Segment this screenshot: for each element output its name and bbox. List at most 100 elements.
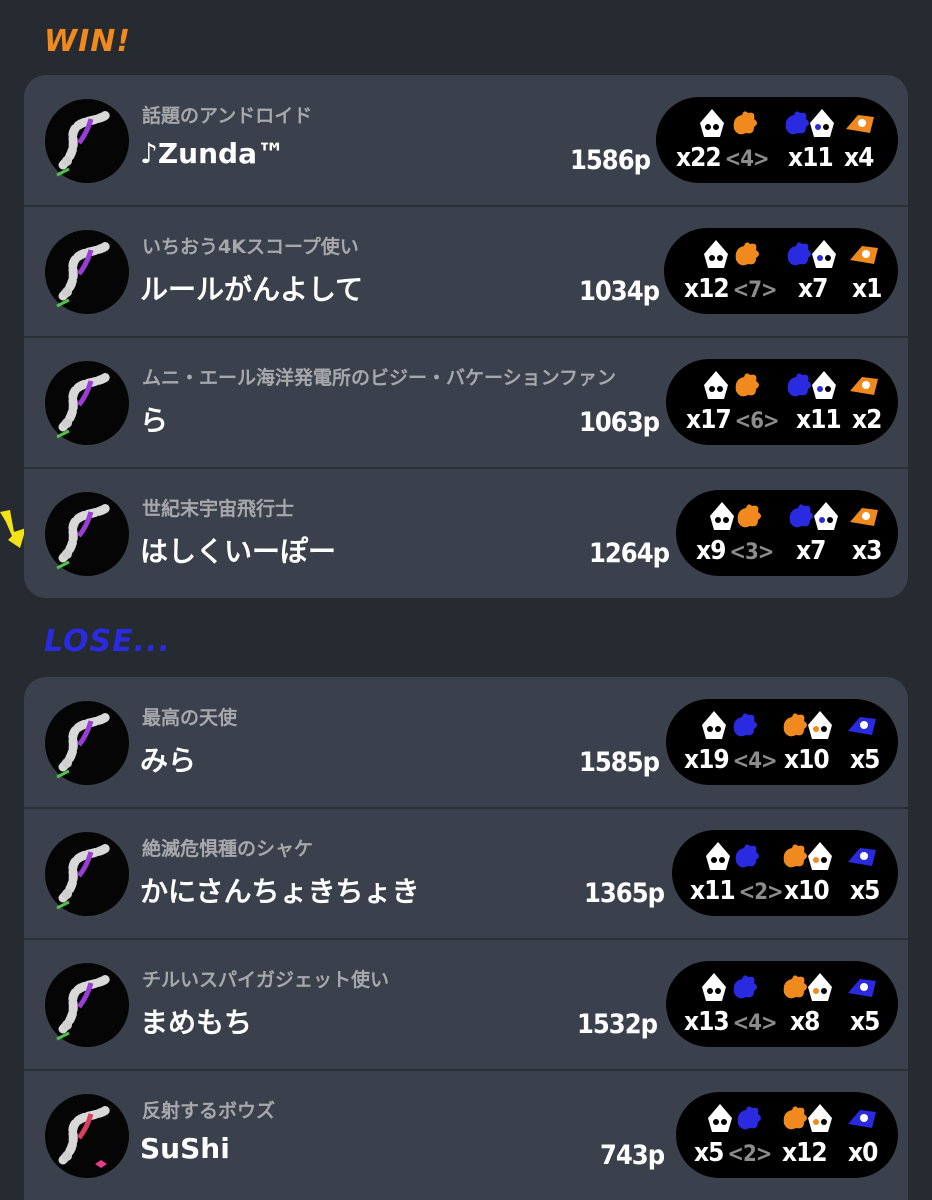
assists-count: <4>: [732, 1011, 778, 1036]
splat-icon: [735, 242, 759, 266]
player-name: ♪Zunda™: [140, 137, 285, 170]
win-heading: WIN!: [44, 24, 132, 59]
assists-count: <7>: [732, 278, 778, 303]
player-points: 1063p: [579, 407, 660, 438]
assists-count: <4>: [724, 147, 770, 172]
player-points: 1264p: [589, 538, 670, 569]
player-row[interactable]: 話題のアンドロイド ♪Zunda™ 1586p x22 <4> x11 x4: [24, 75, 908, 205]
player-stats: x11 <2> x10 x5: [672, 830, 898, 916]
specials-count: x5: [850, 745, 880, 775]
player-stats: x17 <6> x11 x2: [666, 359, 898, 445]
splat-icon: [735, 373, 759, 397]
squid-icon: [808, 842, 832, 870]
squid-icon: [812, 240, 836, 268]
deaths-count: x12: [782, 1138, 828, 1168]
assists-count: <2>: [738, 880, 784, 905]
player-row[interactable]: ムニ・エール海洋発電所のビジー・バケーションファン ら 1063p x17 <6>…: [24, 336, 908, 467]
player-avatar: [45, 832, 129, 916]
player-points: 1365p: [584, 878, 665, 909]
deaths-count: x11: [796, 405, 842, 435]
squid-icon: [814, 502, 838, 530]
player-row-self[interactable]: 世紀末宇宙飛行士 はしくいーぽー 1264p x9 <3> x7 x3: [24, 467, 908, 598]
player-name: SuShi: [140, 1132, 230, 1165]
special-weapon-icon: [846, 115, 874, 133]
splat-icon: [733, 975, 757, 999]
specials-count: x0: [848, 1138, 878, 1168]
squid-icon: [808, 973, 832, 1001]
assists-count: <3>: [729, 540, 774, 565]
kills-count: x9: [696, 536, 726, 566]
squid-icon: [808, 711, 832, 739]
kills-count: x17: [686, 405, 732, 435]
player-row[interactable]: 絶滅危惧種のシャケ かにさんちょきちょき 1365p x11 <2> x10 x5: [24, 807, 908, 938]
player-points: 1586p: [570, 145, 651, 176]
squid-icon: [704, 240, 728, 268]
splat-icon: [733, 111, 757, 135]
player-points: 743p: [600, 1140, 665, 1171]
splat-icon: [737, 504, 761, 528]
squid-icon: [702, 711, 726, 739]
kills-count: x22: [676, 143, 722, 173]
player-avatar: [45, 361, 129, 445]
lose-heading: LOSE...: [44, 624, 171, 659]
player-avatar: [45, 492, 129, 576]
splat-icon: [735, 844, 759, 868]
special-weapon-icon: [848, 717, 876, 735]
deaths-count: x11: [788, 143, 834, 173]
deaths-count: x7: [798, 274, 828, 304]
player-title: 世紀末宇宙飛行士: [142, 498, 295, 520]
deaths-count: x10: [784, 745, 830, 775]
player-row[interactable]: 反射するボウズ SuShi 743p x5 <2> x12 x0: [24, 1069, 908, 1200]
player-stats: x12 <7> x7 x1: [664, 228, 898, 314]
kills-count: x19: [684, 745, 730, 775]
deaths-count: x7: [796, 536, 826, 566]
kills-count: x5: [694, 1138, 724, 1168]
player-row[interactable]: 最高の天使 みら 1585p x19 <4> x10 x5: [24, 677, 908, 807]
player-avatar: [45, 963, 129, 1047]
splat-icon: [733, 713, 757, 737]
player-title: 話題のアンドロイド: [142, 105, 313, 127]
player-name: かにさんちょきちょき: [140, 875, 420, 908]
specials-count: x5: [850, 1007, 880, 1037]
special-weapon-icon: [850, 508, 878, 526]
player-stats: x13 <4> x8 x5: [666, 961, 898, 1047]
special-weapon-icon: [848, 1110, 876, 1128]
player-avatar: [45, 1094, 129, 1178]
player-stats: x19 <4> x10 x5: [666, 699, 898, 785]
player-stats: x5 <2> x12 x0: [676, 1092, 898, 1178]
player-title: いちおう4Kスコープ使い: [142, 236, 359, 258]
assists-count: <4>: [732, 749, 778, 774]
player-points: 1034p: [579, 276, 660, 307]
player-name: はしくいーぽー: [140, 535, 337, 568]
player-avatar: [45, 99, 129, 183]
kills-count: x13: [684, 1007, 730, 1037]
player-row[interactable]: いちおう4Kスコープ使い ルールがんよして 1034p x12 <7> x7 x1: [24, 205, 908, 336]
player-title: ムニ・エール海洋発電所のビジー・バケーションファン: [142, 367, 617, 389]
win-team-panel: 話題のアンドロイド ♪Zunda™ 1586p x22 <4> x11 x4 いち…: [24, 75, 908, 598]
player-title: 最高の天使: [142, 707, 238, 729]
assists-count: <2>: [727, 1142, 772, 1167]
special-weapon-icon: [848, 848, 876, 866]
deaths-count: x8: [790, 1007, 820, 1037]
player-row[interactable]: チルいスパイガジェット使い まめもち 1532p x13 <4> x8 x5: [24, 938, 908, 1069]
player-title: 絶滅危惧種のシャケ: [142, 838, 314, 860]
squid-icon: [704, 371, 728, 399]
player-points: 1532p: [577, 1009, 658, 1040]
specials-count: x4: [844, 143, 874, 173]
special-weapon-icon: [850, 377, 878, 395]
player-points: 1585p: [579, 747, 660, 778]
splat-icon: [737, 1106, 761, 1130]
squid-icon: [810, 109, 834, 137]
player-name: ら: [140, 404, 169, 437]
squid-icon: [700, 109, 724, 137]
player-avatar: [45, 230, 129, 314]
lose-team-panel: 最高の天使 みら 1585p x19 <4> x10 x5 絶滅危惧種のシャケ か…: [24, 677, 908, 1200]
special-weapon-icon: [848, 979, 876, 997]
squid-icon: [812, 371, 836, 399]
player-name: まめもち: [140, 1006, 253, 1039]
player-stats: x9 <3> x7 x3: [676, 490, 898, 576]
kills-count: x12: [684, 274, 730, 304]
deaths-count: x10: [784, 876, 830, 906]
player-title: 反射するボウズ: [142, 1100, 276, 1122]
specials-count: x3: [852, 536, 882, 566]
